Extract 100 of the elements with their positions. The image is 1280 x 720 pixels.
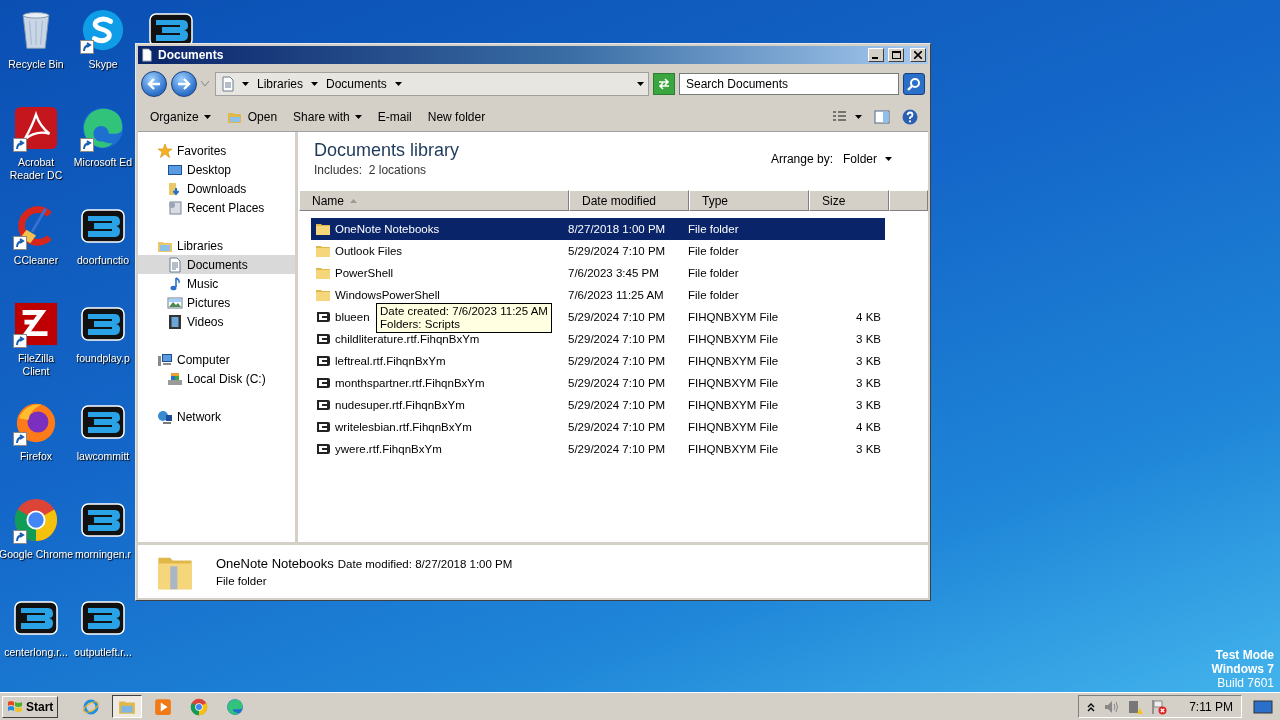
file-icon [315, 353, 331, 369]
play-icon [154, 697, 173, 716]
desktop-icon-label[interactable]: doorfunctio [77, 254, 129, 267]
file-name: leftreal.rtf.FihqnBxYm [335, 355, 446, 367]
column-header[interactable]: Date modified [569, 190, 689, 211]
desktop-icon-label[interactable]: Microsoft Ed [73, 156, 133, 169]
date-cell-text: 5/29/2024 7:10 PM [568, 421, 667, 433]
nav-item[interactable]: Local Disk (C:) [138, 369, 295, 388]
nav-item[interactable]: Recent Places [138, 198, 295, 217]
toolbar-button[interactable]: Organize [144, 108, 217, 126]
flag-logo-icon [7, 699, 23, 714]
type-cell-text: File folder [688, 223, 740, 235]
network-icon [157, 408, 173, 425]
taskbar-button[interactable] [112, 695, 143, 718]
minimize-button[interactable] [868, 48, 884, 62]
column-header[interactable]: Name [299, 190, 569, 211]
forward-button[interactable] [171, 70, 197, 97]
start-button[interactable]: Start [2, 695, 59, 718]
date-cell-text: 5/29/2024 7:10 PM [568, 399, 667, 411]
breadcrumb[interactable]: Libraries [255, 76, 306, 91]
caret-icon [885, 157, 892, 161]
toolbar-button[interactable]: Open [220, 107, 284, 127]
desktop-icon-label[interactable]: outputleft.r... [74, 646, 132, 659]
selected-file-row[interactable]: OneNote Notebooks 8/27/2018 1:00 PM File folder [311, 218, 885, 240]
breadcrumb[interactable]: Documents [324, 76, 389, 91]
folder-icon [315, 287, 331, 303]
watermark-text: Test Mode [1215, 648, 1274, 662]
file-name: childliterature.rtf.FihqnBxYm [335, 333, 480, 345]
arrange-dropdown[interactable]: Folder [843, 152, 892, 166]
chevron-up-icon[interactable] [1087, 701, 1096, 712]
recent-places-icon [167, 199, 183, 216]
details-name: OneNote Notebooks [216, 556, 334, 571]
refresh-button[interactable] [653, 72, 675, 95]
toolbar-button[interactable]: E-mail [371, 108, 418, 126]
type-cell-text: FIHQNBXYM File [688, 421, 780, 433]
tooltip-text: Date created: 7/6/2023 11:25 AM [380, 305, 548, 318]
type-cell-text: FIHQNBXYM File [688, 355, 780, 367]
size-cell-text: 3 KB [855, 443, 882, 455]
desktop-icon-label[interactable]: lawcommitt [76, 450, 130, 463]
maximize-button[interactable] [888, 48, 904, 62]
file-name: blueen [335, 311, 370, 323]
nav-item[interactable]: Videos [138, 312, 295, 331]
list-view-icon [832, 110, 862, 124]
window-title: Documents [158, 48, 225, 62]
desktop-icon-label[interactable]: CCleaner [13, 254, 59, 267]
caret-icon [354, 115, 362, 119]
column-header[interactable]: Size [809, 190, 889, 211]
desktop-icon-label[interactable]: centerlong.r... [4, 646, 68, 659]
search-button[interactable] [903, 72, 925, 95]
file-name: Outlook Files [335, 245, 403, 257]
nav-item[interactable]: Favorites [138, 141, 295, 160]
size-cell-text: 4 KB [855, 311, 882, 323]
desktop-icon-label[interactable]: Skype [88, 58, 118, 71]
back-button[interactable] [141, 70, 167, 97]
close-button[interactable] [910, 48, 926, 62]
desktop-icon-label[interactable]: Recycle Bin [8, 58, 64, 71]
arrange-label: Arrange by: [770, 152, 833, 166]
flag-error-icon[interactable] [1151, 698, 1168, 715]
includes-text: Includes: 2 locations [314, 163, 428, 177]
toolbar-button[interactable]: New folder [421, 108, 492, 126]
desktop-icon-label[interactable]: Google Chrome [0, 548, 73, 561]
date-cell-text: 8/27/2018 1:00 PM [568, 223, 667, 235]
desktop-icon-label[interactable]: morningen.r [75, 548, 131, 561]
search-field[interactable]: Search Documents [679, 72, 899, 95]
monitor-icon [1253, 698, 1273, 715]
type-cell-text: File folder [688, 289, 740, 301]
address-bar[interactable]: Libraries Documents [215, 71, 649, 96]
nav-item[interactable]: Downloads [138, 179, 295, 198]
nav-item[interactable]: Network [138, 407, 295, 426]
nav-item[interactable]: Documents [138, 255, 295, 274]
locations-link[interactable]: 2 locations [368, 163, 427, 177]
desktop-icon-label[interactable]: Acrobat Reader DC [4, 156, 68, 182]
network-warning-icon[interactable] [1127, 698, 1144, 715]
date-cell-text: 5/29/2024 7:10 PM [568, 355, 667, 367]
star-icon [157, 142, 173, 159]
nav-item[interactable]: Music [138, 274, 295, 293]
chat-app-icon [80, 7, 126, 53]
caret-icon [637, 81, 644, 86]
nav-item[interactable]: Libraries [138, 236, 295, 255]
watermark-text: Windows 7 [1211, 662, 1274, 676]
details-date: Date modified: 8/27/2018 1:00 PM [337, 558, 513, 570]
nav-item[interactable]: Desktop [138, 160, 295, 179]
desktop-icon-label[interactable]: Firefox [19, 450, 53, 463]
date-cell-text: 7/6/2023 3:45 PM [568, 267, 660, 279]
film-icon [167, 313, 183, 330]
folder-icon [315, 221, 331, 237]
date-cell-text: 5/29/2024 7:10 PM [568, 311, 667, 323]
toolbar-button[interactable]: Share with [287, 108, 368, 126]
close-icon [914, 51, 922, 59]
date-cell-text: 5/29/2024 7:10 PM [568, 333, 667, 345]
nav-item[interactable]: Pictures [138, 293, 295, 312]
clock[interactable]: 7:11 PM [1189, 699, 1233, 714]
file-name: writelesbian.rtf.FihqnBxYm [335, 421, 472, 433]
column-header[interactable]: Type [689, 190, 809, 211]
caret-icon [242, 81, 249, 86]
nav-item[interactable]: Computer [138, 350, 295, 369]
document-icon [220, 74, 236, 93]
desktop-icon-label[interactable]: foundplay.p [76, 352, 130, 365]
folder-icon [315, 243, 331, 259]
desktop-icon-label[interactable]: FileZilla Client [4, 352, 68, 378]
